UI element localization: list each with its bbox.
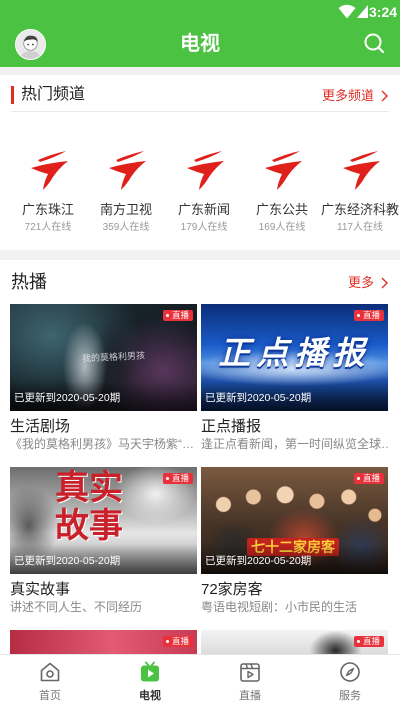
update-status: 已更新到2020-05-20期: [205, 555, 312, 567]
status-time: 3:24: [369, 4, 398, 20]
live-dot-icon: [356, 640, 360, 643]
nav-label: 直播: [239, 690, 261, 702]
live-dot-icon: [356, 314, 360, 317]
channel-name: 广东珠江: [21, 202, 74, 217]
show-thumbnail[interactable]: 七十二家房客 直播 已更新到2020-05-20期: [201, 467, 388, 574]
show-description: 讲述不同人生、不同经历: [10, 600, 143, 614]
live-badge-label: 直播: [171, 636, 189, 646]
hot-channels-title: 热门频道: [21, 86, 86, 103]
live-badge-label: 直播: [171, 473, 189, 483]
page-title: 电视: [180, 33, 220, 55]
update-status: 已更新到2020-05-20期: [14, 555, 121, 567]
channel-online-count: 169人在线: [258, 222, 306, 233]
show-card[interactable]: 七十二家房客 直播 已更新到2020-05-20期 72家房客 粤语电视短剧：小…: [201, 467, 388, 617]
wifi-icon: [338, 4, 356, 19]
channel-online-count: 359人在线: [102, 222, 150, 233]
bottom-nav: 首页 电视 直播 服务: [0, 654, 400, 710]
live-dot-icon: [165, 477, 169, 480]
show-title: 72家房客: [201, 581, 263, 598]
nav-item-live[interactable]: 直播: [200, 655, 300, 710]
live-badge-label: 直播: [362, 636, 380, 646]
nav-label: 电视: [139, 690, 161, 702]
home-icon: [38, 660, 62, 684]
show-card[interactable]: 正点播报 直播 已更新到2020-05-20期 正点播报 逢正点看新闻，第一时间…: [201, 304, 388, 454]
compass-icon: [338, 660, 362, 684]
section-gap: [0, 67, 400, 75]
live-badge: 直播: [353, 310, 384, 321]
live-dot-icon: [165, 640, 169, 643]
channel-logo-icon: [31, 151, 68, 190]
live-badge-label: 直播: [362, 473, 380, 483]
tv-icon: [138, 660, 162, 684]
channel-logo-icon: [265, 151, 302, 190]
channel-item[interactable]: 广东经济科教 117人在线: [321, 148, 399, 238]
hot-shows-title: 热播: [11, 272, 47, 292]
channel-logo-icon: [109, 151, 146, 190]
nav-item-tv[interactable]: 电视: [100, 655, 200, 710]
show-card[interactable]: 我的莫格利男孩 直播 已更新到2020-05-20期 生活剧场 《我的莫格利男孩…: [10, 304, 197, 454]
channel-logo-icon: [187, 151, 224, 190]
thumbnail-art-text: 正点播报: [218, 335, 371, 371]
nav-label: 服务: [339, 690, 361, 702]
more-shows-label: 更多: [347, 275, 374, 290]
show-description: 逢正点看新闻，第一时间纵览全球…: [201, 437, 388, 451]
nav-item-service[interactable]: 服务: [300, 655, 400, 710]
more-channels-link[interactable]: 更多频道: [322, 86, 388, 106]
show-thumbnail[interactable]: 直播: [201, 630, 388, 654]
show-title: 真实故事: [10, 581, 71, 598]
section-gap: [0, 250, 400, 260]
show-card[interactable]: 直播: [10, 630, 197, 654]
channel-name: 广东新闻: [177, 202, 230, 217]
search-icon[interactable]: [363, 32, 385, 54]
live-badge: 直播: [353, 636, 384, 647]
live-badge: 直播: [162, 473, 193, 484]
show-card[interactable]: 真实故事 直播 已更新到2020-05-20期 真实故事 讲述不同人生、不同经历: [10, 467, 197, 617]
show-description: 《我的莫格利男孩》马天宇杨紫“…: [10, 437, 194, 451]
more-channels-label: 更多频道: [321, 88, 374, 103]
channel-name: 南方卫视: [99, 202, 152, 217]
update-status: 已更新到2020-05-20期: [14, 392, 121, 404]
more-shows-link[interactable]: 更多: [348, 273, 388, 293]
divider: [11, 111, 389, 112]
channel-logo-icon: [343, 151, 380, 190]
live-dot-icon: [356, 477, 360, 480]
channel-item[interactable]: 广东珠江 721人在线: [9, 148, 87, 238]
channel-name: 广东经济科教: [321, 202, 400, 217]
channel-item[interactable]: 南方卫视 359人在线: [87, 148, 165, 238]
nav-item-home[interactable]: 首页: [0, 655, 100, 710]
tv-screen: 3:24 电视 热门频道 更多频道 广东珠江 721人在线 南方卫视 359人在…: [0, 0, 400, 710]
channel-online-count: 117人在线: [337, 222, 383, 233]
live-badge-label: 直播: [171, 310, 189, 320]
show-thumbnail[interactable]: 我的莫格利男孩 直播 已更新到2020-05-20期: [10, 304, 197, 411]
show-card[interactable]: 直播: [201, 630, 388, 654]
channel-item[interactable]: 广东公共 169人在线: [243, 148, 321, 238]
show-title: 正点播报: [201, 418, 262, 435]
live-badge: 直播: [353, 473, 384, 484]
update-status: 已更新到2020-05-20期: [205, 392, 312, 404]
live-dot-icon: [165, 314, 169, 317]
channel-item[interactable]: 广东新闻 179人在线: [165, 148, 243, 238]
thumbnail-art-text: 我的莫格利男孩: [81, 350, 146, 364]
section-marker: [11, 86, 14, 104]
live-badge: 直播: [162, 636, 193, 647]
signal-icon: [357, 5, 368, 18]
channel-online-count: 721人在线: [24, 222, 72, 233]
thumbnail-art-text: 真实故事: [55, 469, 123, 545]
live-badge: 直播: [162, 310, 193, 321]
nav-label: 首页: [39, 690, 61, 702]
show-thumbnail[interactable]: 真实故事 直播 已更新到2020-05-20期: [10, 467, 197, 574]
live-badge-label: 直播: [362, 310, 380, 320]
show-title: 生活剧场: [10, 418, 71, 435]
show-description: 粤语电视短剧：小市民的生活: [201, 600, 358, 614]
channel-online-count: 179人在线: [180, 222, 228, 233]
live-video-icon: [238, 660, 262, 684]
show-thumbnail[interactable]: 直播: [10, 630, 197, 654]
chevron-right-icon: [381, 90, 388, 102]
avatar[interactable]: [15, 29, 46, 60]
avatar-image: [16, 30, 45, 59]
chevron-right-icon: [381, 277, 388, 289]
show-thumbnail[interactable]: 正点播报 直播 已更新到2020-05-20期: [201, 304, 388, 411]
channel-name: 广东公共: [255, 202, 308, 217]
